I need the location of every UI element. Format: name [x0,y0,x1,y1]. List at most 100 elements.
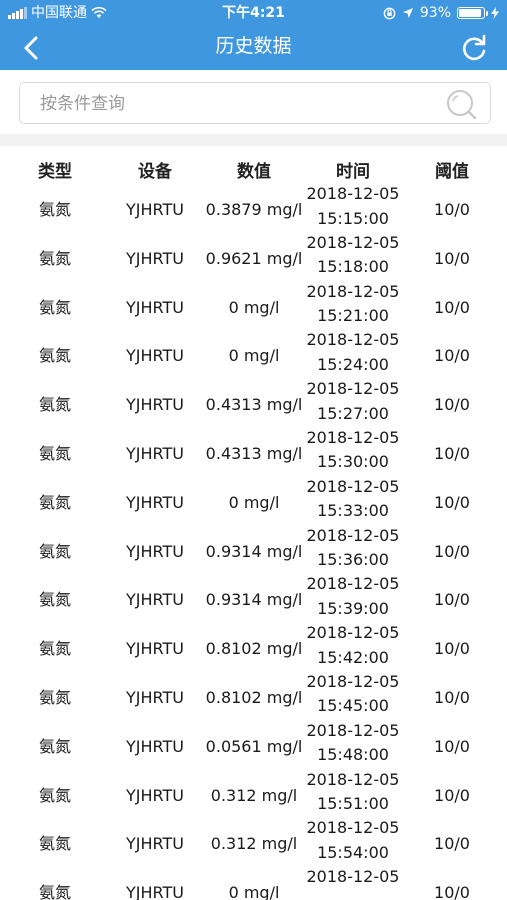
cell-threshold: 10/0 [434,883,470,900]
table-row[interactable]: 氨氮 YJHRTU 0.4313 mg/l 2018-12-05 15:27:00 10/… [0,379,507,440]
cell-threshold: 10/0 [434,736,470,756]
table-row[interactable]: 氨氮 YJHRTU 0.8102 mg/l 2018-12-05 15:42:00 10/… [0,623,507,684]
cell-time: 2018-12-05 15:27:00 [300,377,406,426]
cell-type: 氨氮 [38,639,71,659]
cell-type: 氨氮 [38,785,71,805]
cell-clock: 15:48:00 [317,745,389,765]
cell-clock: 15:15:00 [317,208,389,228]
table-row[interactable]: 氨氮 YJHRTU 0.3879 mg/l 2018-12-05 15:15:00 10/… [0,184,507,245]
cell-type: 氨氮 [38,346,71,366]
cell-clock: 15:42:00 [317,647,389,667]
divider [0,134,507,146]
search-icon[interactable] [444,87,478,121]
nav-bar: 历史数据 [0,26,507,70]
cell-device: YJHRTU [126,395,184,415]
cell-type: 氨氮 [38,834,71,854]
cell-clock: 15:27:00 [317,403,389,423]
table-row[interactable]: 氨氮 YJHRTU 0.4313 mg/l 2018-12-05 15:30:00 10/… [0,428,507,489]
screen: 中国联通 下午4:21 93% 历史数据 按条件查询 类型 设备 数值 时间 阈… [0,0,507,900]
cell-value: 0.8102 mg/l [205,687,303,707]
cell-time: 2018-12-05 15:39:00 [300,572,406,621]
cell-clock: 15:24:00 [317,354,389,374]
cell-threshold: 10/0 [434,395,470,415]
cell-clock: 15:39:00 [317,598,389,618]
cell-date: 2018-12-05 [306,720,400,740]
table-row[interactable]: 氨氮 YJHRTU 0.0561 mg/l 2018-12-05 15:48:00 10/… [0,721,507,782]
header-type: 类型 [38,162,72,182]
cell-date: 2018-12-05 [306,427,400,447]
cell-device: YJHRTU [126,785,184,805]
cell-threshold: 10/0 [434,248,470,268]
cell-threshold: 10/0 [434,785,470,805]
cell-value: 0 mg/l [228,492,280,512]
cell-value: 0.3879 mg/l [205,200,303,219]
search-box [19,82,491,125]
cell-date: 2018-12-05 [306,671,400,691]
cell-threshold: 10/0 [434,590,470,610]
cell-device: YJHRTU [126,736,184,756]
table-row[interactable]: 氨氮 YJHRTU 0.9314 mg/l 2018-12-05 15:36:00 10/… [0,526,507,587]
search-input[interactable] [38,83,442,125]
cell-time: 2018-12-05 15:48:00 [300,719,406,768]
table-header: 类型 设备 数值 时间 阈值 [0,146,507,196]
cell-clock: 15:45:00 [317,696,389,716]
cell-device: YJHRTU [126,541,184,561]
cell-value: 0.8102 mg/l [205,639,303,659]
cell-date: 2018-12-05 [306,769,400,789]
cell-device: YJHRTU [126,200,184,219]
refresh-button[interactable] [459,32,489,64]
cell-time: 2018-12-05 15:33:00 [300,475,406,524]
table-row[interactable]: 氨氮 YJHRTU 0.8102 mg/l 2018-12-05 15:45:00 10/… [0,672,507,733]
table-row[interactable]: 氨氮 YJHRTU 0 mg/l 2018-12-05 15:24:00 10/0 [0,330,507,391]
cell-date: 2018-12-05 [306,330,400,350]
orientation-lock-icon [383,7,396,19]
location-arrow-icon [402,8,413,18]
status-bar: 中国联通 下午4:21 93% [0,0,507,26]
cell-value: 0.312 mg/l [210,834,298,854]
table-row[interactable]: 氨氮 YJHRTU 0.9621 mg/l 2018-12-05 15:18:00 10/… [0,233,507,294]
cell-threshold: 10/0 [434,492,470,512]
cell-date: 2018-12-05 [306,818,400,838]
cell-threshold: 10/0 [434,346,470,366]
cell-clock: 15:18:00 [317,257,389,277]
cell-time: 2018-12-05 15:24:00 [300,328,406,377]
search-area [0,70,507,134]
cell-time: 2018-12-05 15:18:00 [300,231,406,280]
cell-value: 0.4313 mg/l [205,395,303,415]
table-row[interactable]: 氨氮 YJHRTU 0 mg/l 2018-12-05 15:33:00 10/0 [0,477,507,538]
cell-value: 0.9621 mg/l [205,248,303,268]
cell-time: 2018-12-05 15:54:00 [300,816,406,865]
cell-device: YJHRTU [126,492,184,512]
table-row[interactable]: 氨氮 YJHRTU 0.9314 mg/l 2018-12-05 15:39:00 10/… [0,574,507,635]
table-row[interactable]: 氨氮 YJHRTU 0 mg/l 2018-12-05 15:21:00 10/0 [0,282,507,343]
table-row[interactable]: 氨氮 YJHRTU 0 mg/l 2018-12-05 10/0 [0,867,507,900]
cell-date: 2018-12-05 [306,867,400,887]
table-row[interactable]: 氨氮 YJHRTU 0.312 mg/l 2018-12-05 15:54:00 10/0 [0,818,507,879]
history-table: 类型 设备 数值 时间 阈值 氨氮 YJHRTU 0.3879 mg/l 2018-1… [0,146,507,900]
cell-threshold: 10/0 [434,834,470,854]
cell-threshold: 10/0 [434,443,470,463]
header-value: 数值 [237,162,271,182]
cell-date: 2018-12-05 [306,184,400,203]
cell-value: 0 mg/l [228,346,280,366]
cell-date: 2018-12-05 [306,476,400,496]
header-device: 设备 [138,162,172,182]
battery-level [459,9,481,17]
cell-date: 2018-12-05 [306,379,400,399]
cell-time: 2018-12-05 15:36:00 [300,524,406,573]
cell-type: 氨氮 [38,883,71,900]
cell-device: YJHRTU [126,590,184,610]
cell-device: YJHRTU [126,297,184,317]
cell-type: 氨氮 [38,541,71,561]
cell-threshold: 10/0 [434,541,470,561]
cell-value: 0.312 mg/l [210,785,298,805]
cell-value: 0 mg/l [228,883,280,900]
cell-date: 2018-12-05 [306,623,400,643]
cell-date: 2018-12-05 [306,232,400,252]
cell-type: 氨氮 [38,248,71,268]
cell-type: 氨氮 [38,590,71,610]
cell-device: YJHRTU [126,639,184,659]
header-time: 时间 [336,162,370,182]
table-row[interactable]: 氨氮 YJHRTU 0.312 mg/l 2018-12-05 15:51:00 10/0 [0,770,507,831]
cell-device: YJHRTU [126,248,184,268]
